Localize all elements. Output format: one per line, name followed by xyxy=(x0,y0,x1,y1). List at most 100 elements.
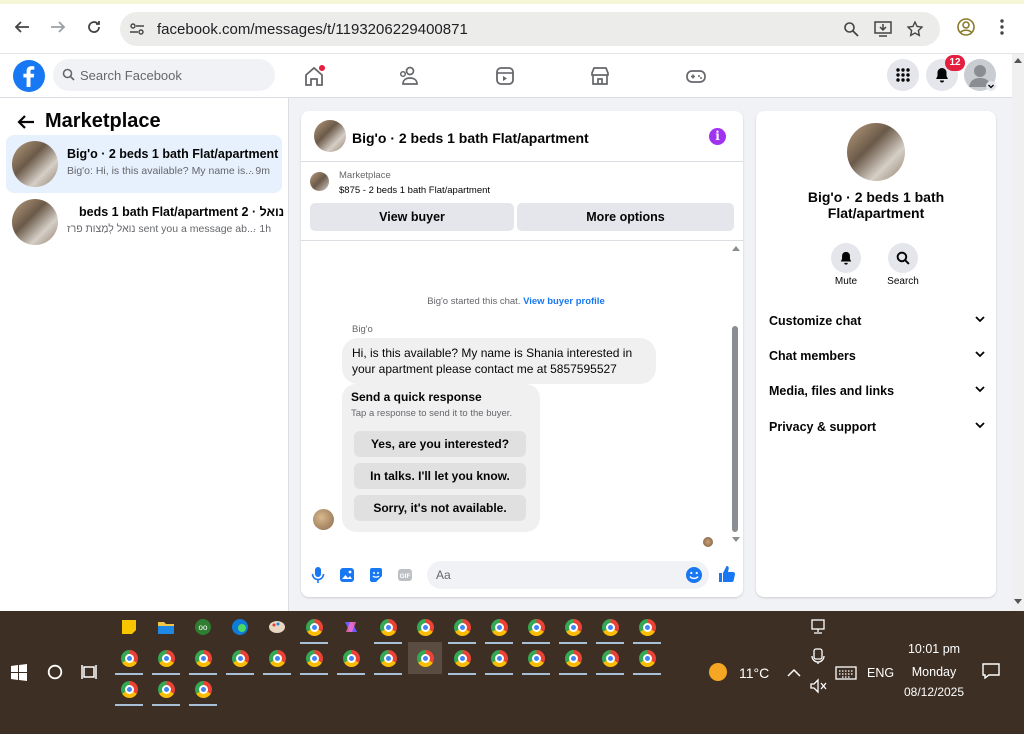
weather-temperature[interactable]: 11°C xyxy=(739,665,769,681)
bookmark-star-icon[interactable] xyxy=(906,20,924,38)
menu-kebab-icon[interactable] xyxy=(991,16,1013,38)
profile-icon[interactable] xyxy=(955,16,977,38)
paint-icon[interactable] xyxy=(263,613,291,641)
photo-icon[interactable] xyxy=(338,566,356,584)
friends-icon[interactable] xyxy=(397,64,421,88)
chrome-icon[interactable] xyxy=(633,644,661,675)
keyboard-icon[interactable] xyxy=(832,659,860,687)
media-files-links-row[interactable]: Media, files and links xyxy=(769,384,985,404)
chat-members-row[interactable]: Chat members xyxy=(769,349,985,369)
facebook-logo-icon[interactable] xyxy=(13,60,45,92)
reload-icon[interactable] xyxy=(83,16,105,38)
speaker-muted-icon[interactable] xyxy=(804,672,832,700)
sticky-notes-icon[interactable] xyxy=(115,613,143,641)
action-center-icon[interactable] xyxy=(977,657,1005,685)
conversation-item[interactable]: Big'o · 2 beds 1 bath Flat/apartment Big… xyxy=(6,135,282,193)
file-explorer-icon[interactable] xyxy=(152,613,180,641)
info-icon[interactable]: i xyxy=(709,128,726,145)
address-bar[interactable]: facebook.com/messages/t/1193206229400871 xyxy=(120,12,940,46)
chrome-icon[interactable] xyxy=(522,613,550,644)
copilot-icon[interactable] xyxy=(337,613,365,641)
chevron-up-icon[interactable] xyxy=(780,659,808,687)
chrome-icon[interactable] xyxy=(300,644,328,675)
chrome-icon[interactable] xyxy=(559,644,587,675)
scroll-down-icon[interactable] xyxy=(1014,599,1022,604)
network-icon[interactable] xyxy=(804,613,832,641)
meet-now-icon[interactable] xyxy=(804,642,832,670)
chrome-icon[interactable] xyxy=(633,613,661,644)
chrome-icon[interactable] xyxy=(226,644,254,675)
customize-chat-row[interactable]: Customize chat xyxy=(769,314,985,334)
search-conversation-icon[interactable] xyxy=(888,243,918,273)
menu-grid-icon[interactable] xyxy=(887,59,919,91)
windows-start-icon[interactable] xyxy=(5,658,33,686)
forward-icon[interactable] xyxy=(47,16,69,38)
chrome-icon[interactable] xyxy=(152,644,180,675)
chrome-icon[interactable] xyxy=(189,675,217,706)
weather-sun-icon[interactable] xyxy=(705,659,731,685)
chrome-icon[interactable] xyxy=(374,644,402,675)
chrome-icon[interactable] xyxy=(448,644,476,675)
chrome-icon[interactable] xyxy=(559,613,587,644)
privacy-support-row[interactable]: Privacy & support xyxy=(769,420,985,440)
chrome-icon[interactable] xyxy=(337,644,365,675)
chrome-icon[interactable] xyxy=(596,644,624,675)
quick-response-button[interactable]: In talks. I'll let you know. xyxy=(354,463,526,489)
view-buyer-button[interactable]: View buyer xyxy=(310,203,514,231)
chrome-icon[interactable] xyxy=(596,613,624,644)
chrome-icon[interactable] xyxy=(152,675,180,706)
chrome-icon[interactable] xyxy=(115,644,143,675)
microphone-icon[interactable] xyxy=(309,566,327,584)
emoji-icon[interactable] xyxy=(685,566,703,584)
chrome-icon[interactable] xyxy=(374,613,402,644)
clock[interactable]: 10:01 pm Monday 08/12/2025 xyxy=(896,642,972,699)
scroll-up-icon[interactable] xyxy=(1014,58,1022,63)
back-icon[interactable] xyxy=(11,16,33,38)
task-view-icon[interactable] xyxy=(76,658,104,686)
search-circle-icon[interactable] xyxy=(41,658,69,686)
chrome-icon[interactable] xyxy=(263,644,291,675)
sender-avatar[interactable] xyxy=(313,509,334,530)
conversation-item[interactable]: נואל · 2 beds 1 bath Flat/apartment נואל… xyxy=(6,193,284,251)
chat-listing-avatar[interactable] xyxy=(314,120,346,152)
edge-browser-icon[interactable] xyxy=(226,613,254,641)
scroll-down-icon[interactable] xyxy=(731,537,741,543)
view-buyer-profile-link[interactable]: View buyer profile xyxy=(523,296,605,307)
more-options-button[interactable]: More options xyxy=(517,203,734,231)
chat-title[interactable]: Big'o · 2 beds 1 bath Flat/apartment xyxy=(352,130,589,146)
message-input[interactable]: Aa xyxy=(427,561,709,589)
app-icon[interactable]: oo xyxy=(189,613,217,641)
quick-response-button[interactable]: Sorry, it's not available. xyxy=(354,495,526,521)
like-thumb-icon[interactable] xyxy=(716,563,738,585)
account-avatar[interactable] xyxy=(964,59,996,91)
url-text[interactable]: facebook.com/messages/t/1193206229400871 xyxy=(157,21,468,38)
gif-icon[interactable]: GIF xyxy=(396,566,414,584)
chrome-icon[interactable] xyxy=(448,613,476,644)
video-icon[interactable] xyxy=(493,64,517,88)
listing-banner[interactable]: Marketplace $875 - 2 beds 1 bath Flat/ap… xyxy=(301,162,743,202)
marketplace-icon[interactable] xyxy=(588,64,612,88)
scroll-up-icon[interactable] xyxy=(731,245,741,251)
quick-response-button[interactable]: Yes, are you interested? xyxy=(354,431,526,457)
chrome-icon[interactable] xyxy=(522,644,550,675)
chat-scroll-thumb[interactable] xyxy=(732,326,738,532)
chrome-icon[interactable] xyxy=(300,613,328,644)
mute-bell-icon[interactable] xyxy=(831,243,861,273)
home-icon[interactable] xyxy=(302,64,326,88)
chrome-icon[interactable] xyxy=(115,675,143,706)
chrome-icon[interactable] xyxy=(485,644,513,675)
chrome-icon[interactable] xyxy=(411,613,439,644)
chrome-icon-active[interactable] xyxy=(408,642,442,674)
listing-avatar[interactable] xyxy=(847,123,905,181)
page-scrollbar[interactable] xyxy=(1012,54,1024,611)
site-info-icon[interactable] xyxy=(128,20,146,38)
install-app-icon[interactable] xyxy=(874,20,892,38)
facebook-search-input[interactable]: Search Facebook xyxy=(53,59,275,91)
chrome-icon[interactable] xyxy=(189,644,217,675)
back-arrow-icon[interactable] xyxy=(16,112,36,132)
sticker-icon[interactable] xyxy=(367,566,385,584)
chrome-icon[interactable] xyxy=(485,613,513,644)
language-indicator[interactable]: ENG xyxy=(867,666,894,680)
zoom-icon[interactable] xyxy=(842,20,860,38)
gaming-icon[interactable] xyxy=(684,64,708,88)
